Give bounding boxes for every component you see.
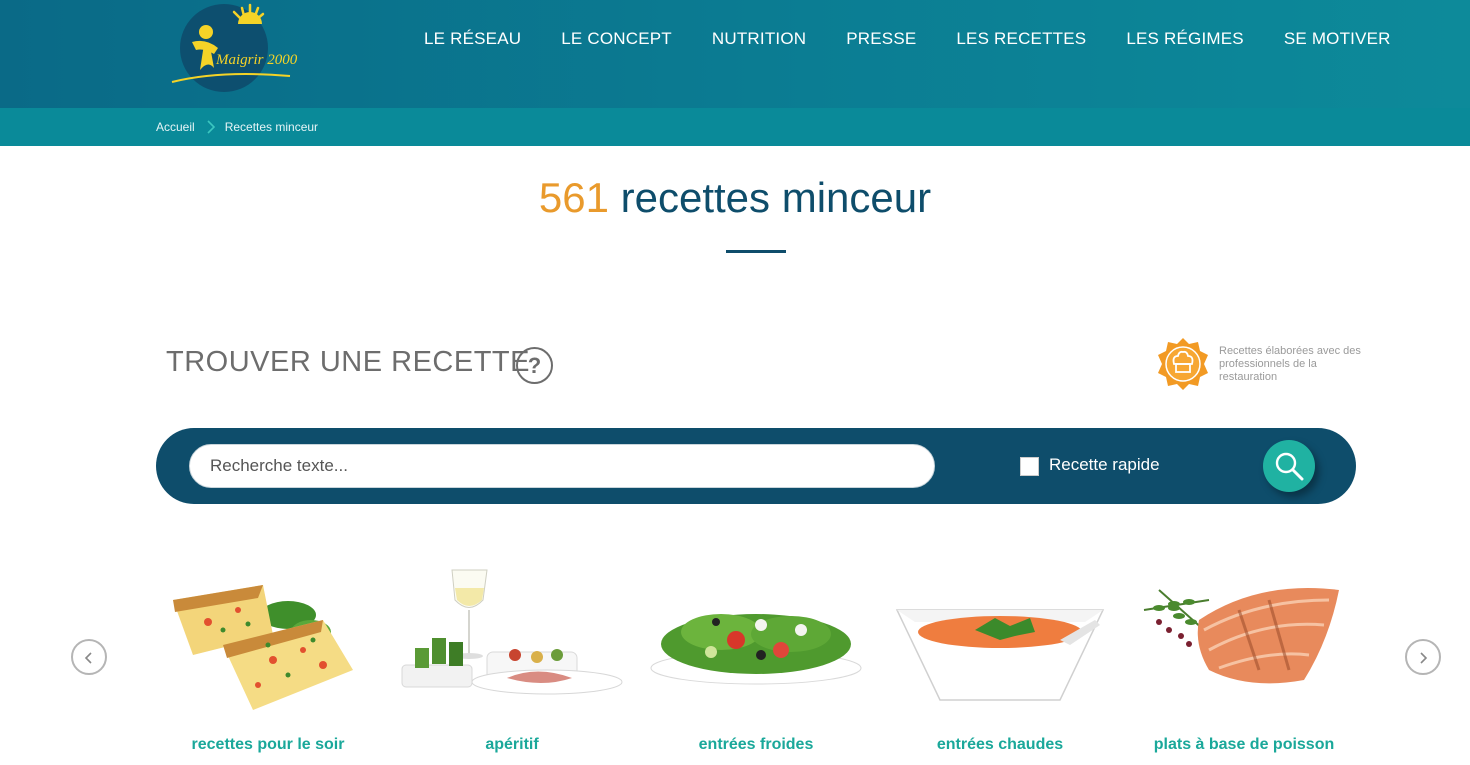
main-nav: LE RÉSEAU LE CONCEPT NUTRITION PRESSE LE… bbox=[424, 28, 1391, 50]
category-label: apéritif bbox=[485, 736, 539, 753]
carousel-prev-button[interactable] bbox=[71, 639, 107, 675]
category-label: plats à base de poisson bbox=[1153, 736, 1335, 753]
search-icon bbox=[1275, 452, 1304, 481]
breadcrumb-bar: Accueil Recettes minceur bbox=[0, 108, 1470, 146]
category-label: entrées froides bbox=[698, 736, 814, 753]
search-button[interactable] bbox=[1263, 440, 1315, 492]
chef-hat-badge-icon bbox=[1155, 336, 1211, 392]
pro-recipes-note: Recettes élaborées avec des professionne… bbox=[1219, 345, 1361, 383]
category-card-soir[interactable]: recettes pour le soir bbox=[153, 560, 383, 765]
nav-les-regimes[interactable]: LES RÉGIMES bbox=[1126, 28, 1243, 50]
find-recipe-heading: TROUVER UNE RECETTE bbox=[166, 346, 530, 378]
site-logo[interactable]: Maigrir 2000 bbox=[170, 2, 310, 94]
recipe-count: 561 bbox=[538, 174, 609, 221]
category-label: entrées chaudes bbox=[936, 736, 1064, 753]
site-header: Maigrir 2000 LE RÉSEAU LE CONCEPT NUTRIT… bbox=[0, 0, 1470, 108]
nav-presse[interactable]: PRESSE bbox=[846, 28, 916, 50]
quick-recipe-checkbox[interactable] bbox=[1020, 457, 1039, 476]
nav-le-reseau[interactable]: LE RÉSEAU bbox=[424, 28, 521, 50]
category-card-entrees-froides[interactable]: entrées froides bbox=[641, 560, 871, 765]
breadcrumb-current: Recettes minceur bbox=[224, 120, 319, 134]
category-card-aperitif[interactable]: apéritif bbox=[397, 560, 627, 765]
aperitif-image bbox=[401, 569, 623, 695]
help-icon[interactable]: ? bbox=[516, 347, 553, 384]
nav-le-concept[interactable]: LE CONCEPT bbox=[561, 28, 672, 50]
soup-image bbox=[895, 609, 1105, 701]
nav-nutrition[interactable]: NUTRITION bbox=[712, 28, 806, 50]
search-bar: Recette rapide bbox=[156, 428, 1356, 504]
page-title: 561 recettes minceur bbox=[0, 174, 1470, 222]
logo-text: Maigrir 2000 bbox=[215, 52, 298, 68]
title-divider bbox=[726, 250, 786, 253]
quiche-image bbox=[173, 585, 353, 710]
page-title-text: recettes minceur bbox=[620, 174, 932, 221]
carousel-next-button[interactable] bbox=[1405, 639, 1441, 675]
quick-recipe-label[interactable]: Recette rapide bbox=[1049, 455, 1160, 475]
breadcrumb-home-link[interactable]: Accueil bbox=[156, 120, 195, 134]
breadcrumb: Accueil Recettes minceur bbox=[156, 120, 318, 134]
category-card-poisson[interactable]: plats à base de poisson bbox=[1129, 560, 1359, 765]
salad-image bbox=[650, 614, 862, 685]
chevron-right-icon bbox=[207, 120, 215, 134]
chevron-right-icon bbox=[1420, 652, 1428, 664]
chevron-left-icon bbox=[84, 652, 92, 664]
search-input[interactable] bbox=[189, 444, 935, 488]
category-label: recettes pour le soir bbox=[191, 736, 345, 753]
category-card-entrees-chaudes[interactable]: entrées chaudes bbox=[885, 560, 1115, 765]
salmon-image bbox=[1143, 588, 1339, 684]
nav-les-recettes[interactable]: LES RECETTES bbox=[956, 28, 1086, 50]
nav-se-motiver[interactable]: SE MOTIVER bbox=[1284, 28, 1391, 50]
